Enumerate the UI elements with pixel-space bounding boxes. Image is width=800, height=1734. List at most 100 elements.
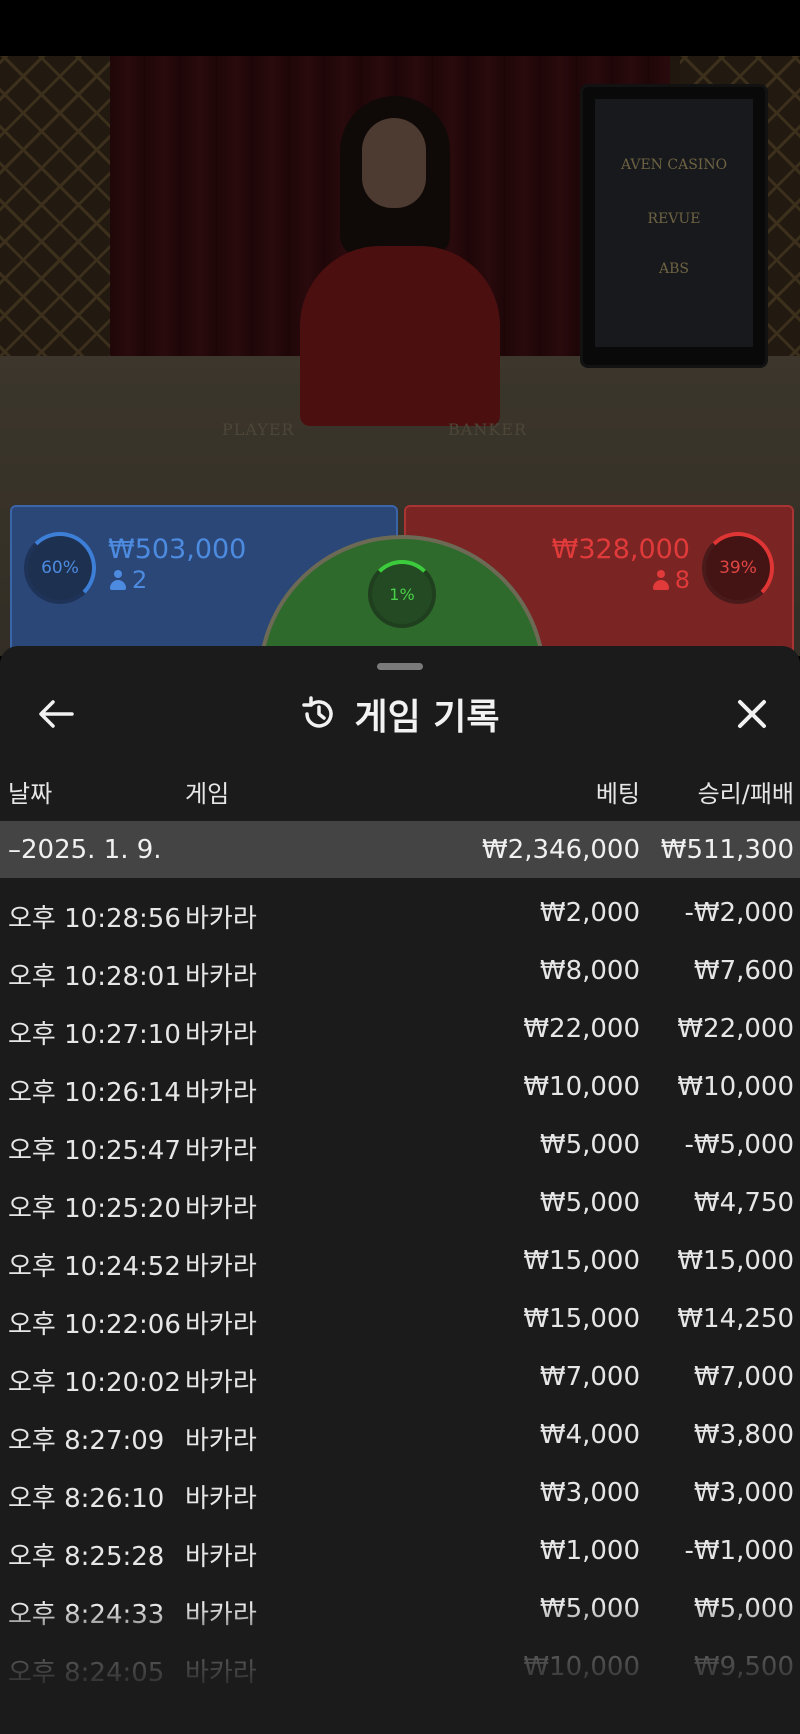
day-date: –2025. 1. 9. — [8, 835, 162, 865]
table-row[interactable]: 오후 8:26:10 바카라 ₩3,000 ₩3,000 — [0, 1466, 800, 1524]
row-bet: ₩5,000 — [539, 1188, 640, 1218]
row-time: 오후 10:28:01 — [8, 962, 181, 992]
row-bet: ₩2,000 — [539, 898, 640, 928]
player-count: 2 — [132, 566, 148, 594]
row-win-loss: ₩5,000 — [693, 1594, 794, 1624]
row-game: 바카라 — [185, 962, 257, 992]
table-row[interactable]: 오후 10:28:01 바카라 ₩8,000 ₩7,600 — [0, 944, 800, 1002]
row-win-loss: ₩22,000 — [677, 1014, 794, 1044]
column-bet: 베팅 — [595, 780, 640, 808]
row-bet: ₩10,000 — [523, 1072, 640, 1102]
row-time: 오후 8:25:28 — [8, 1542, 165, 1572]
day-total-win-loss: ₩511,300 — [660, 835, 794, 865]
table-row[interactable]: 오후 8:27:09 바카라 ₩4,000 ₩3,800 — [0, 1408, 800, 1466]
column-date: 날짜 — [8, 780, 53, 808]
row-win-loss: -₩1,000 — [684, 1536, 794, 1566]
row-win-loss: ₩15,000 — [677, 1246, 794, 1276]
row-time: 오후 10:22:06 — [8, 1310, 181, 1340]
column-game: 게임 — [185, 780, 230, 808]
player-percent-ring: 60% — [24, 532, 96, 604]
table-row[interactable]: 오후 10:26:14 바카라 ₩10,000 ₩10,000 — [0, 1060, 800, 1118]
row-game: 바카라 — [185, 1484, 257, 1514]
row-game: 바카라 — [185, 1658, 257, 1688]
table-row[interactable]: 오후 10:22:06 바카라 ₩15,000 ₩14,250 — [0, 1292, 800, 1350]
row-bet: ₩3,000 — [539, 1478, 640, 1508]
row-time: 오후 10:24:52 — [8, 1252, 181, 1282]
row-game: 바카라 — [185, 1600, 257, 1630]
row-bet: ₩15,000 — [523, 1304, 640, 1334]
row-game: 바카라 — [185, 1368, 257, 1398]
row-bet: ₩5,000 — [539, 1594, 640, 1624]
row-time: 오후 8:24:05 — [8, 1658, 165, 1688]
row-time: 오후 10:20:02 — [8, 1368, 181, 1398]
table-row[interactable]: 오후 10:28:56 바카라 ₩2,000 -₩2,000 — [0, 886, 800, 944]
table-row[interactable]: 오후 10:25:47 바카라 ₩5,000 -₩5,000 — [0, 1118, 800, 1176]
row-bet: ₩10,000 — [523, 1652, 640, 1682]
row-bet: ₩1,000 — [539, 1536, 640, 1566]
row-win-loss: ₩4,750 — [693, 1188, 794, 1218]
player-total-bet: ₩503,000 — [108, 534, 247, 565]
row-game: 바카라 — [185, 1136, 257, 1166]
row-time: 오후 10:28:56 — [8, 904, 181, 934]
table-row[interactable]: 오후 10:25:20 바카라 ₩5,000 ₩4,750 — [0, 1176, 800, 1234]
row-game: 바카라 — [185, 1020, 257, 1050]
row-win-loss: ₩14,250 — [677, 1304, 794, 1334]
table-row[interactable]: 오후 10:24:52 바카라 ₩15,000 ₩15,000 — [0, 1234, 800, 1292]
person-icon — [110, 570, 126, 590]
row-bet: ₩15,000 — [523, 1246, 640, 1276]
close-button[interactable] — [724, 686, 780, 742]
player-bettor-count: 2 — [110, 566, 147, 594]
sheet-header: 게임 기록 — [0, 686, 800, 742]
row-bet: ₩8,000 — [539, 956, 640, 986]
sheet-title: 게임 기록 — [354, 697, 500, 738]
row-game: 바카라 — [185, 904, 257, 934]
row-win-loss: ₩3,000 — [693, 1478, 794, 1508]
player-percent: 60% — [41, 558, 79, 578]
day-total-bet: ₩2,346,000 — [481, 835, 640, 865]
banker-count: 8 — [674, 566, 690, 594]
row-game: 바카라 — [185, 1252, 257, 1282]
row-time: 오후 10:25:20 — [8, 1194, 181, 1224]
row-game: 바카라 — [185, 1310, 257, 1340]
row-win-loss: ₩7,000 — [693, 1362, 794, 1392]
row-win-loss: -₩5,000 — [684, 1130, 794, 1160]
person-icon — [652, 570, 669, 590]
row-game: 바카라 — [185, 1426, 257, 1456]
row-bet: ₩4,000 — [539, 1420, 640, 1450]
row-time: 오후 8:24:33 — [8, 1600, 165, 1630]
row-game: 바카라 — [185, 1194, 257, 1224]
table-row[interactable]: 오후 10:27:10 바카라 ₩22,000 ₩22,000 — [0, 1002, 800, 1060]
table-row[interactable]: 오후 8:24:33 바카라 ₩5,000 ₩5,000 — [0, 1582, 800, 1640]
row-game: 바카라 — [185, 1542, 257, 1572]
day-summary-row[interactable]: –2025. 1. 9. ₩2,346,000 ₩511,300 — [0, 821, 800, 878]
row-bet: ₩22,000 — [523, 1014, 640, 1044]
column-win-loss: 승리/패배 — [697, 780, 794, 808]
table-row[interactable]: 오후 8:25:28 바카라 ₩1,000 -₩1,000 — [0, 1524, 800, 1582]
row-time: 오후 10:25:47 — [8, 1136, 181, 1166]
status-bar — [0, 0, 800, 56]
row-win-loss: -₩2,000 — [684, 898, 794, 928]
banker-percent-ring: 39% — [702, 532, 774, 604]
row-time: 오후 10:26:14 — [8, 1078, 181, 1108]
row-win-loss: ₩7,600 — [693, 956, 794, 986]
row-time: 오후 8:26:10 — [8, 1484, 165, 1514]
game-history-sheet: 게임 기록 날짜 게임 베팅 승리/패배 –2025. 1. 9. ₩2,346… — [0, 646, 800, 1734]
row-time: 오후 10:27:10 — [8, 1020, 181, 1050]
row-bet: ₩5,000 — [539, 1130, 640, 1160]
row-bet: ₩7,000 — [539, 1362, 640, 1392]
table-row[interactable]: 오후 8:24:05 바카라 ₩10,000 ₩9,500 — [0, 1640, 800, 1698]
close-icon — [738, 700, 766, 728]
table-header: 날짜 게임 베팅 승리/패배 — [0, 774, 800, 814]
tie-percent-ring: 1% — [368, 560, 436, 628]
history-clock-icon — [302, 696, 334, 728]
row-win-loss: ₩10,000 — [677, 1072, 794, 1102]
tie-percent: 1% — [389, 584, 415, 604]
row-time: 오후 8:27:09 — [8, 1426, 165, 1456]
row-win-loss: ₩9,500 — [693, 1652, 794, 1682]
banker-percent: 39% — [719, 558, 757, 578]
banker-bettor-count: 8 — [652, 566, 690, 594]
history-list: 오후 10:28:56 바카라 ₩2,000 -₩2,000 오후 10:28:01 바… — [0, 886, 800, 1698]
drag-handle[interactable] — [377, 663, 423, 670]
row-win-loss: ₩3,800 — [693, 1420, 794, 1450]
table-row[interactable]: 오후 10:20:02 바카라 ₩7,000 ₩7,000 — [0, 1350, 800, 1408]
